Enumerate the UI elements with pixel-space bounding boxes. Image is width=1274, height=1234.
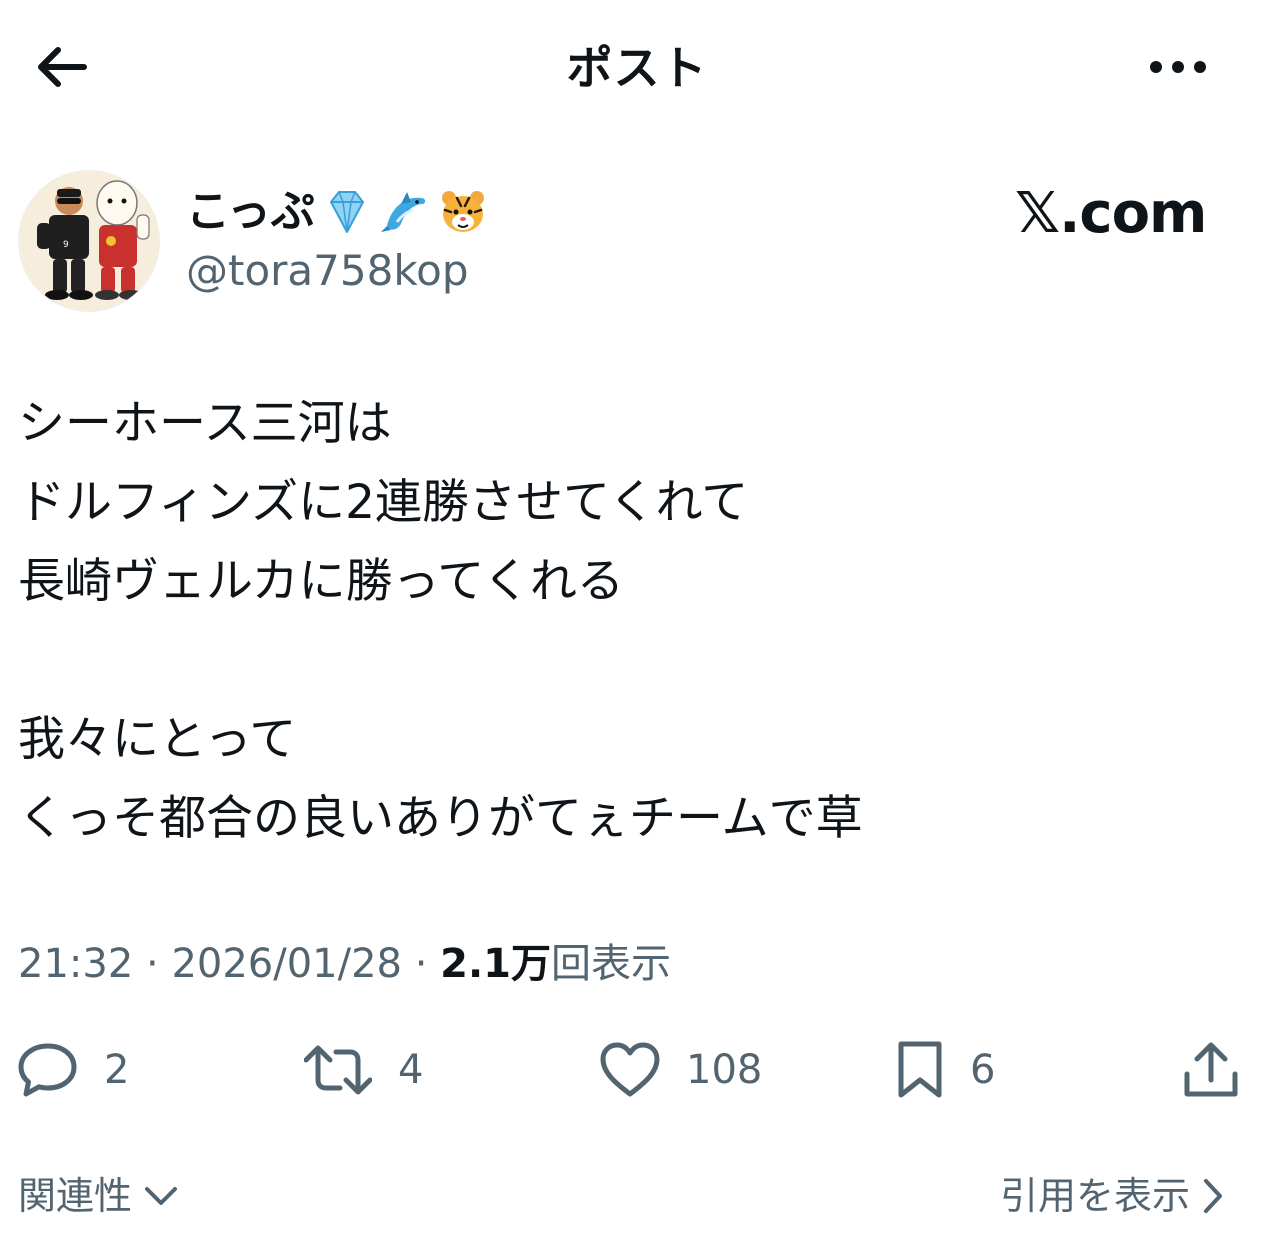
share-icon — [1184, 1042, 1238, 1097]
avatar-illustration: 9 — [19, 171, 159, 311]
repost-count: 4 — [398, 1047, 424, 1093]
views-label: 回表示 — [551, 941, 671, 987]
svg-text:9: 9 — [63, 240, 69, 250]
post-meta: 21:32 · 2026/01/28 · 2.1万回表示 — [18, 936, 671, 992]
bookmark-icon — [898, 1041, 942, 1098]
like-button[interactable]: 108 — [600, 1030, 762, 1110]
post-actions-bar: 2 4 108 6 — [0, 1030, 1274, 1110]
author-name-row[interactable]: こっぷ — [186, 180, 489, 244]
post-line: シーホース三河は — [18, 396, 392, 451]
meta-separator: · — [401, 941, 441, 987]
repost-button[interactable]: 4 — [304, 1030, 423, 1110]
view-quotes-label: 引用を表示 — [1000, 1174, 1191, 1218]
view-quotes-link[interactable]: 引用を表示 — [1000, 1166, 1224, 1226]
post-date[interactable]: 2026/01/28 — [171, 941, 402, 987]
post-line: くっそ都合の良いありがてぇチームで草 — [18, 791, 863, 846]
share-button[interactable] — [1182, 1030, 1240, 1110]
gem-emoji-icon — [329, 191, 364, 233]
post-line: 我々にとって — [18, 712, 297, 767]
top-bar: ポスト — [0, 0, 1274, 134]
post-line-blank — [18, 621, 1248, 700]
bookmark-button[interactable]: 6 — [896, 1030, 995, 1110]
author-handle[interactable]: @tora758kop — [186, 244, 469, 298]
post-time[interactable]: 21:32 — [18, 941, 133, 987]
heart-icon — [600, 1042, 660, 1097]
more-options-button[interactable] — [1140, 44, 1216, 90]
chevron-right-icon — [1204, 1179, 1223, 1213]
tiger-face-emoji-icon — [441, 191, 484, 232]
chevron-down-icon — [145, 1187, 178, 1205]
reply-count: 2 — [104, 1047, 130, 1093]
dolphin-emoji-icon — [380, 192, 426, 232]
post-detail-page: ポスト 9 こっぷ @tora758kop 𝕏.com シーホース三河は ドルフ… — [0, 0, 1274, 1234]
post-line: ドルフィンズに2連勝させてくれて — [18, 475, 749, 530]
page-title: ポスト — [566, 41, 708, 95]
reply-icon — [18, 1043, 77, 1097]
bookmark-count: 6 — [970, 1047, 996, 1093]
like-count: 108 — [686, 1047, 763, 1093]
meta-separator: · — [133, 941, 172, 987]
post-text: シーホース三河は ドルフィンズに2連勝させてくれて 長崎ヴェルカに勝ってくれる … — [18, 384, 1248, 858]
views-count[interactable]: 2.1万 — [440, 941, 551, 987]
author-avatar[interactable]: 9 — [18, 170, 160, 312]
sort-relevance-toggle[interactable]: 関連性 — [18, 1166, 178, 1226]
author-name: こっぷ — [186, 186, 315, 237]
reply-button[interactable]: 2 — [18, 1030, 129, 1110]
sort-label: 関連性 — [18, 1174, 133, 1218]
post-line: 長崎ヴェルカに勝ってくれる — [18, 554, 624, 609]
more-horizontal-icon — [1150, 61, 1206, 73]
repost-icon — [304, 1045, 372, 1095]
x-com-watermark: 𝕏.com — [1015, 181, 1207, 246]
